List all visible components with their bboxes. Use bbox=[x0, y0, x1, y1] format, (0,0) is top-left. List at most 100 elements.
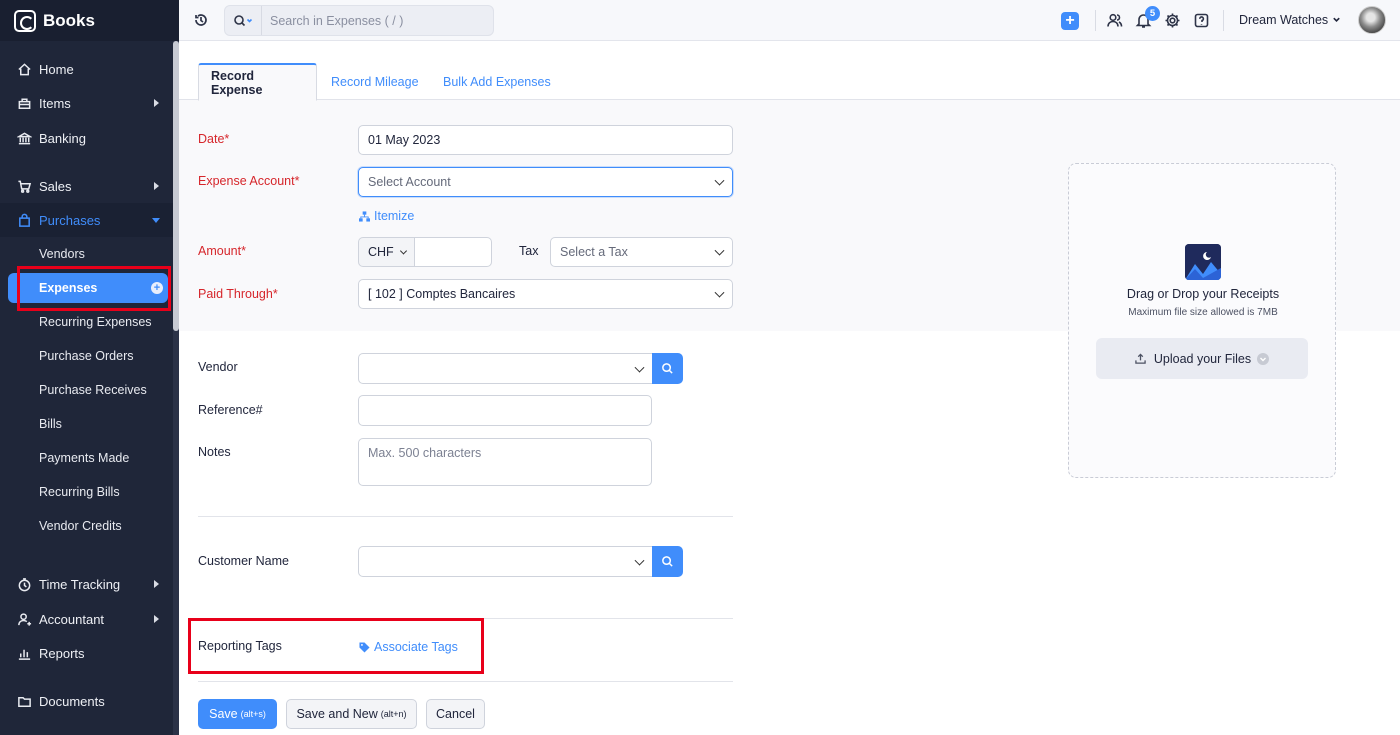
chevron-circle-down-icon[interactable] bbox=[1257, 352, 1270, 365]
receipt-dropzone[interactable]: Drag or Drop your Receipts Maximum file … bbox=[1068, 163, 1336, 478]
tax-placeholder: Select a Tax bbox=[560, 245, 628, 259]
settings-icon[interactable] bbox=[1164, 12, 1181, 29]
save-and-new-button[interactable]: Save and New (alt+n) bbox=[286, 699, 417, 729]
books-logo-icon bbox=[14, 9, 36, 32]
upload-title: Drag or Drop your Receipts bbox=[1126, 287, 1280, 301]
sidebar-sub-vendors[interactable]: Vendors bbox=[8, 239, 168, 269]
sidebar-item-label: Documents bbox=[39, 693, 105, 709]
clock-icon bbox=[16, 576, 32, 592]
sidebar-item-label: Banking bbox=[39, 130, 86, 146]
sidebar-item-items[interactable]: Items bbox=[0, 86, 173, 120]
section-divider bbox=[198, 681, 733, 682]
sidebar-item-label: Time Tracking bbox=[39, 576, 121, 592]
sidebar-sub-recurring-bills[interactable]: Recurring Bills bbox=[8, 477, 168, 507]
sidebar-sub-vendor-credits[interactable]: Vendor Credits bbox=[8, 511, 168, 541]
tab-record-expense[interactable]: Record Expense bbox=[198, 63, 317, 101]
notes-textarea[interactable]: Max. 500 characters bbox=[358, 438, 652, 486]
sidebar-item-sales[interactable]: Sales bbox=[0, 169, 173, 203]
tab-record-mileage[interactable]: Record Mileage bbox=[319, 63, 431, 100]
chevron-down-icon bbox=[714, 287, 725, 298]
cart-icon bbox=[16, 178, 32, 194]
upload-files-label: Upload your Files bbox=[1153, 351, 1252, 366]
tax-label: Tax bbox=[519, 244, 539, 258]
currency-select[interactable]: CHF bbox=[358, 237, 415, 267]
sidebar-item-label: Reports bbox=[39, 645, 85, 661]
users-icon[interactable] bbox=[1106, 12, 1123, 29]
sidebar-sub-bills[interactable]: Bills bbox=[8, 409, 168, 439]
org-name: Dream Watches bbox=[1239, 13, 1329, 27]
cancel-button[interactable]: Cancel bbox=[426, 699, 485, 729]
vendor-label: Vendor bbox=[198, 360, 238, 374]
search-input[interactable] bbox=[262, 7, 493, 34]
avatar[interactable] bbox=[1358, 6, 1386, 34]
user-icon bbox=[16, 611, 32, 627]
notes-label: Notes bbox=[198, 445, 231, 459]
sidebar-item-purchases[interactable]: Purchases bbox=[0, 203, 173, 237]
chevron-down-icon bbox=[1332, 17, 1340, 22]
sidebar-item-documents[interactable]: Documents bbox=[0, 684, 173, 718]
vendor-search-button[interactable] bbox=[652, 353, 683, 384]
sidebar-sub-recurring-expenses[interactable]: Recurring Expenses bbox=[8, 307, 168, 337]
sidebar-item-banking[interactable]: Banking bbox=[0, 121, 173, 155]
sidebar: Books Home Items Banking Sales Purchases… bbox=[0, 0, 179, 735]
save-and-new-label: Save and New bbox=[296, 707, 378, 721]
hierarchy-icon bbox=[359, 210, 370, 222]
bag-icon bbox=[16, 212, 32, 228]
chevron-down-icon bbox=[714, 245, 725, 256]
vendor-select[interactable] bbox=[358, 353, 653, 384]
sidebar-item-accountant[interactable]: Accountant bbox=[0, 602, 173, 636]
search-bar bbox=[224, 5, 494, 36]
history-icon[interactable] bbox=[193, 12, 209, 28]
organization-switcher[interactable]: Dream Watches bbox=[1239, 13, 1341, 27]
sidebar-item-time-tracking[interactable]: Time Tracking bbox=[0, 567, 173, 601]
sidebar-item-home[interactable]: Home bbox=[0, 52, 173, 86]
brand[interactable]: Books bbox=[0, 0, 179, 41]
sidebar-sub-purchase-orders[interactable]: Purchase Orders bbox=[8, 341, 168, 371]
expense-account-select[interactable]: Select Account bbox=[358, 167, 733, 197]
chevron-down-icon bbox=[634, 362, 645, 373]
customer-search-button[interactable] bbox=[652, 546, 683, 577]
itemize-link[interactable]: Itemize bbox=[359, 209, 414, 223]
quick-create-button[interactable]: + bbox=[1061, 12, 1079, 30]
sidebar-sub-purchase-receives[interactable]: Purchase Receives bbox=[8, 375, 168, 405]
customer-select[interactable] bbox=[358, 546, 653, 577]
sidebar-item-label: Sales bbox=[39, 178, 72, 194]
help-icon[interactable] bbox=[1193, 12, 1210, 29]
itemize-label: Itemize bbox=[374, 209, 415, 223]
save-label: Save bbox=[209, 707, 238, 721]
currency-value: CHF bbox=[368, 245, 394, 259]
caret-right-icon bbox=[154, 580, 159, 588]
chevron-down-icon bbox=[714, 175, 725, 186]
sidebar-item-label: Items bbox=[39, 95, 71, 111]
section-divider bbox=[198, 516, 733, 517]
highlight-expenses-box bbox=[17, 266, 171, 311]
receipt-illustration-icon bbox=[1185, 244, 1221, 280]
topbar-divider bbox=[1223, 10, 1224, 31]
paid-through-label: Paid Through* bbox=[198, 287, 278, 301]
amount-label: Amount* bbox=[198, 244, 246, 258]
expense-account-placeholder: Select Account bbox=[368, 175, 451, 189]
paid-through-select[interactable]: [ 102 ] Comptes Bancaires bbox=[358, 279, 733, 309]
caret-down-icon bbox=[152, 218, 160, 223]
brand-name: Books bbox=[43, 10, 95, 30]
caret-right-icon bbox=[154, 615, 159, 623]
reference-input[interactable] bbox=[358, 395, 652, 426]
amount-input[interactable] bbox=[414, 237, 492, 267]
sidebar-item-label: Home bbox=[39, 61, 74, 77]
date-value: 01 May 2023 bbox=[368, 133, 441, 147]
save-button[interactable]: Save (alt+s) bbox=[198, 699, 277, 729]
date-label: Date* bbox=[198, 132, 230, 146]
sidebar-item-reports[interactable]: Reports bbox=[0, 636, 173, 670]
tab-bulk-add-expenses[interactable]: Bulk Add Expenses bbox=[431, 63, 563, 100]
tax-select[interactable]: Select a Tax bbox=[550, 237, 733, 267]
sidebar-sub-payments-made[interactable]: Payments Made bbox=[8, 443, 168, 473]
date-field[interactable]: 01 May 2023 bbox=[358, 125, 733, 155]
topbar: + 5 Dream Watches bbox=[179, 0, 1400, 41]
upload-files-button[interactable]: Upload your Files bbox=[1096, 338, 1308, 379]
notes-placeholder: Max. 500 characters bbox=[368, 446, 482, 460]
folder-icon bbox=[16, 693, 32, 709]
search-icon[interactable] bbox=[225, 6, 262, 35]
paid-through-value: [ 102 ] Comptes Bancaires bbox=[368, 287, 516, 301]
home-icon bbox=[16, 61, 32, 77]
customer-name-label: Customer Name bbox=[198, 554, 289, 568]
